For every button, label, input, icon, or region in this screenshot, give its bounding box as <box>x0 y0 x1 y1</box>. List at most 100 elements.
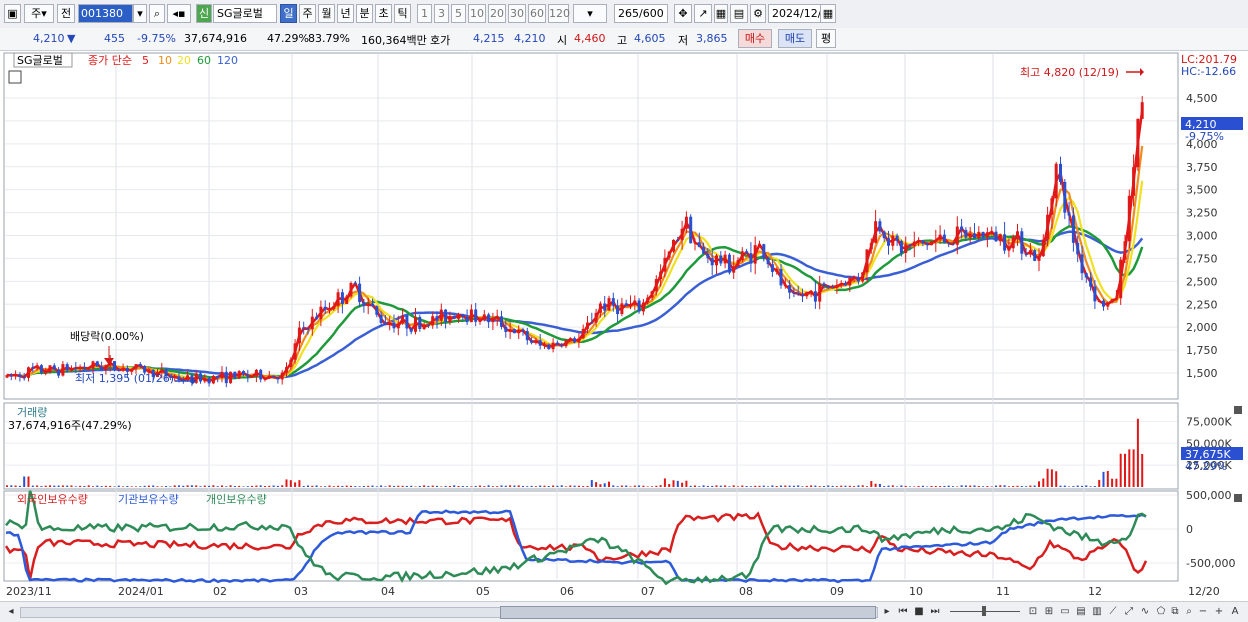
code-dropdown-icon[interactable]: ▾ <box>133 4 147 23</box>
interval-button[interactable]: 3 <box>434 4 449 23</box>
volume-bar <box>242 486 245 487</box>
turnover-rate: 83.79% <box>308 32 350 45</box>
search-icon[interactable]: ⌕ <box>149 4 165 23</box>
candle-body <box>1140 102 1144 119</box>
font-size-icon[interactable]: A <box>1228 605 1242 619</box>
market-type-select[interactable]: 주▾ <box>24 4 54 23</box>
volume-bar <box>870 481 873 487</box>
period-tab[interactable]: 월 <box>318 4 335 23</box>
candle-body <box>543 344 546 346</box>
tool-icon-2[interactable]: ⊞ <box>1042 605 1056 619</box>
compare-icon[interactable]: ↗ <box>694 4 712 23</box>
tool-icon-4[interactable]: ▤ <box>1074 605 1088 619</box>
volume-bar <box>526 486 529 487</box>
volume-bar <box>762 485 765 487</box>
calendar-icon[interactable]: ▦ <box>820 4 836 23</box>
draw-shape-icon[interactable]: ⬠ <box>1154 605 1168 619</box>
settings-gear-icon[interactable]: ⚙ <box>750 4 766 23</box>
prev-button[interactable]: 전 <box>57 4 75 23</box>
candle-body <box>1067 212 1071 216</box>
interval-dropdown[interactable]: ▾ <box>573 4 607 23</box>
volume-bar <box>324 486 327 487</box>
volume-bar <box>775 485 778 487</box>
price-axis-label: 2,250 <box>1186 298 1218 311</box>
candle-body <box>366 303 370 307</box>
candle-body <box>766 258 770 265</box>
tool-icon-5[interactable]: ▥ <box>1090 605 1104 619</box>
horizontal-scrollbar[interactable]: ◂ ▸ ⏮ ■ ⏭ ⊡ ⊞ ▭ ▤ ▥ ⟋ ⤢ ∿ ⬠ ⧉ ⌕ − + A <box>0 601 1248 622</box>
candle-body <box>822 283 826 286</box>
volume-bar <box>135 486 137 487</box>
candle-body <box>289 359 293 368</box>
scroll-left-icon[interactable]: ◂ <box>4 605 18 619</box>
interval-button[interactable]: 60 <box>528 4 546 23</box>
tool-icon-3[interactable]: ▭ <box>1058 605 1072 619</box>
volume-bar <box>539 485 542 487</box>
interval-button[interactable]: 20 <box>488 4 506 23</box>
candle-body <box>727 254 731 273</box>
period-tab[interactable]: 분 <box>356 4 373 23</box>
volume-bar <box>517 485 520 487</box>
interval-button[interactable]: 1 <box>417 4 432 23</box>
interval-button[interactable]: 5 <box>451 4 466 23</box>
zoom-search-icon[interactable]: ⌕ <box>1182 605 1196 619</box>
candle-body <box>1071 215 1075 243</box>
candle-body <box>1003 234 1007 251</box>
interval-button[interactable]: 120 <box>548 4 570 23</box>
volume-bar <box>130 486 133 487</box>
zoom-slider-handle[interactable] <box>982 606 986 616</box>
grid-icon[interactable]: ▦ <box>714 4 728 23</box>
volume-bar <box>375 486 378 487</box>
copy-icon[interactable]: ⧉ <box>1168 605 1182 619</box>
draw-line-icon[interactable]: ⟋ <box>1106 605 1120 619</box>
code-input[interactable]: 001380 <box>78 4 133 23</box>
company-name-field[interactable]: SG글로벌 <box>213 4 277 23</box>
window-menu-icon[interactable]: ▣ <box>4 4 21 23</box>
volume-bar <box>823 486 825 487</box>
draw-curve-icon[interactable]: ∿ <box>1138 605 1152 619</box>
period-tab[interactable]: 일 <box>280 4 297 23</box>
holdings-panel-close-icon[interactable] <box>1234 494 1242 502</box>
zoom-out-icon[interactable]: − <box>1196 605 1210 619</box>
volume-panel-close-icon[interactable] <box>1234 406 1242 414</box>
sell-button[interactable]: 매도 <box>778 29 812 48</box>
tool-icon-1[interactable]: ⊡ <box>1026 605 1040 619</box>
period-tab[interactable]: 초 <box>375 4 392 23</box>
save-icon[interactable]: ▤ <box>730 4 748 23</box>
interval-button[interactable]: 30 <box>508 4 526 23</box>
draw-trend-icon[interactable]: ⤢ <box>1122 605 1136 619</box>
candle-body <box>220 371 224 379</box>
zoom-in-icon[interactable]: + <box>1212 605 1226 619</box>
scroll-thumb[interactable] <box>500 606 876 619</box>
period-tab[interactable]: 년 <box>337 4 354 23</box>
period-tab[interactable]: 틱 <box>394 4 411 23</box>
volume-bar <box>620 485 623 487</box>
stock-chart[interactable]: 4,5004,2504,0003,7503,5003,2503,0002,750… <box>0 51 1248 601</box>
candle-body <box>521 329 525 332</box>
volume-bar <box>543 485 546 487</box>
scroll-right-icon[interactable]: ▸ <box>880 605 894 619</box>
candle-body <box>882 231 886 239</box>
rewind-icon[interactable]: ⏮ <box>896 605 910 619</box>
chart-area[interactable]: 4,5004,2504,0003,7503,5003,2503,0002,750… <box>0 51 1248 601</box>
speaker-icon[interactable]: ◂▪ <box>167 4 191 23</box>
volume-bar <box>1055 471 1058 487</box>
grid-toggle-icon[interactable] <box>8 70 22 84</box>
volume-bar <box>745 486 748 487</box>
buy-button[interactable]: 매수 <box>738 29 772 48</box>
candle-body <box>121 367 125 371</box>
stop-icon[interactable]: ■ <box>912 605 926 619</box>
volume-bar <box>1059 485 1062 487</box>
period-tab[interactable]: 주 <box>299 4 316 23</box>
candle-body <box>921 240 925 244</box>
zoom-icon[interactable]: ✥ <box>674 4 692 23</box>
view-count-field[interactable]: 265/600 <box>614 4 668 23</box>
candle-body <box>512 329 516 334</box>
average-button[interactable]: 평 <box>816 29 836 48</box>
candle-body <box>865 249 869 273</box>
volume-bar <box>401 485 404 487</box>
candle-body <box>917 240 921 242</box>
x-axis-label: 05 <box>476 585 490 598</box>
interval-button[interactable]: 10 <box>468 4 486 23</box>
fast-forward-icon[interactable]: ⏭ <box>928 605 942 619</box>
